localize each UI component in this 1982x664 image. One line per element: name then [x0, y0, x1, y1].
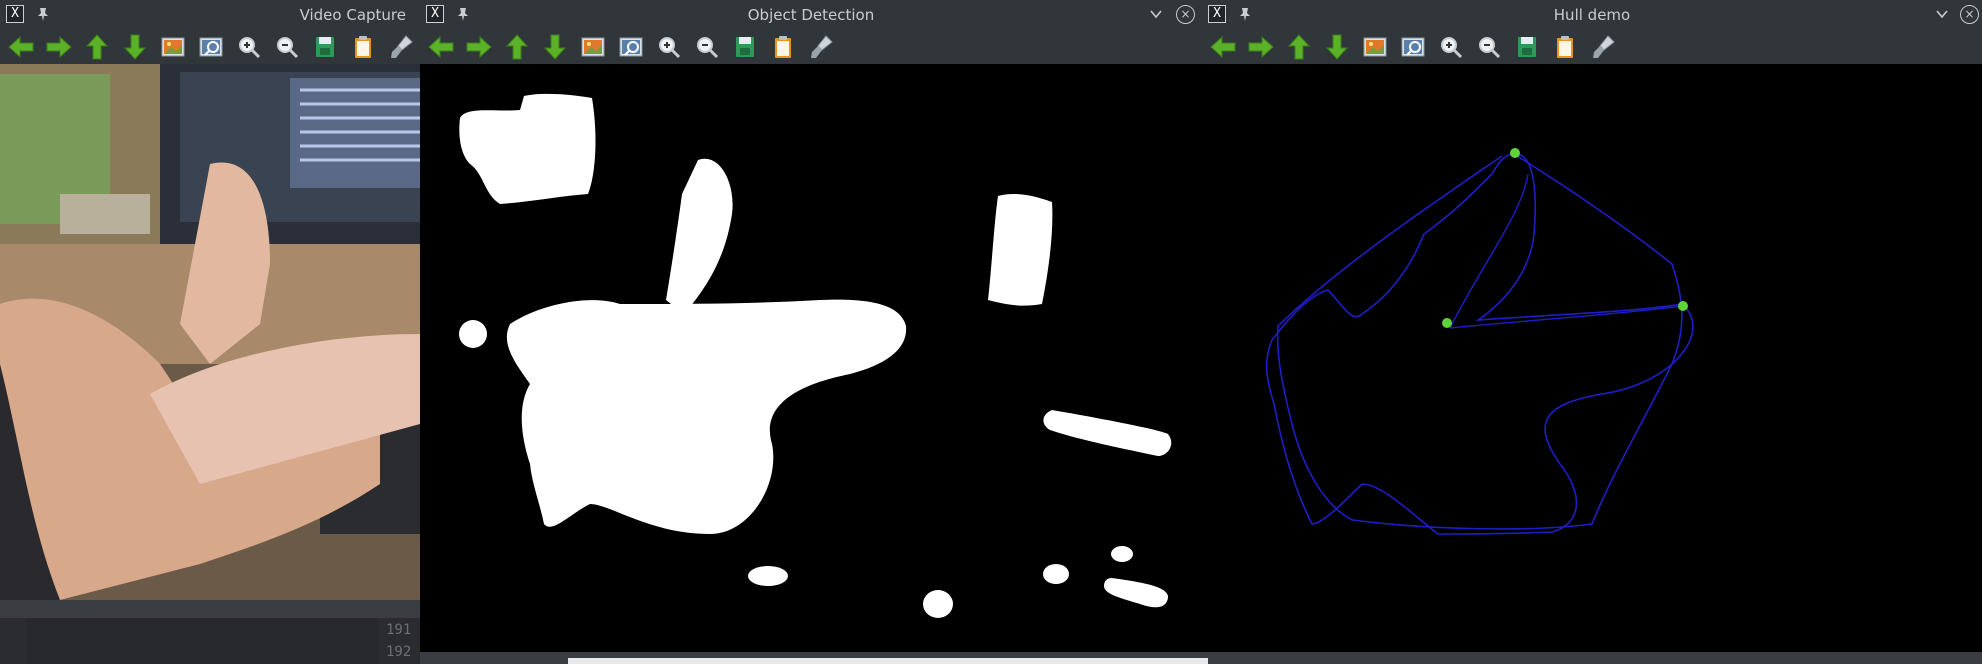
camera-image [0, 64, 420, 600]
titlebar: X Hull demo × [1202, 0, 1982, 30]
zoom-in-icon[interactable] [1436, 32, 1466, 62]
zoom-out-icon[interactable] [692, 32, 722, 62]
titlebar: X Video Capture [0, 0, 420, 30]
close-button[interactable]: × [1176, 5, 1195, 24]
chevron-down-icon[interactable] [1148, 6, 1164, 22]
desktop-strip [420, 652, 1982, 664]
arrow-up-icon[interactable] [502, 32, 532, 62]
toolbar [0, 30, 420, 64]
arrow-up-icon[interactable] [82, 32, 112, 62]
save-icon[interactable] [730, 32, 760, 62]
binary-mask-image [420, 64, 1202, 652]
hull-image [1202, 64, 1982, 652]
zoom-in-icon[interactable] [234, 32, 264, 62]
line-number: 191 [386, 622, 412, 638]
arrow-left-icon[interactable] [426, 32, 456, 62]
close-button[interactable]: × [1960, 5, 1979, 24]
zoom-out-icon[interactable] [272, 32, 302, 62]
object-detection-window: X Object Detection × [420, 0, 1202, 652]
brush-icon[interactable] [1588, 32, 1618, 62]
arrow-up-icon[interactable] [1284, 32, 1314, 62]
window-title: Hull demo [1553, 6, 1631, 24]
arrow-down-icon[interactable] [1322, 32, 1352, 62]
hull-demo-window: X Hull demo × [1202, 0, 1982, 652]
arrow-down-icon[interactable] [540, 32, 570, 62]
arrow-left-icon[interactable] [6, 32, 36, 62]
editor-background: 191 192 [0, 600, 420, 664]
toolbar [1202, 30, 1982, 64]
image-icon[interactable] [578, 32, 608, 62]
window-title: Video Capture [299, 6, 406, 24]
zoom-fit-icon[interactable] [196, 32, 226, 62]
video-capture-window: X Video Capture [0, 0, 420, 600]
arrow-right-icon[interactable] [1246, 32, 1276, 62]
clipboard-icon[interactable] [348, 32, 378, 62]
brush-icon[interactable] [386, 32, 416, 62]
titlebar: X Object Detection × [420, 0, 1202, 30]
line-number: 192 [386, 644, 412, 660]
editor-area [26, 618, 378, 664]
window-title: Object Detection [747, 6, 875, 24]
zoom-out-icon[interactable] [1474, 32, 1504, 62]
clipboard-icon[interactable] [1550, 32, 1580, 62]
chevron-down-icon[interactable] [1934, 6, 1950, 22]
toolbar [420, 30, 1202, 64]
image-icon[interactable] [1360, 32, 1390, 62]
clipboard-icon[interactable] [768, 32, 798, 62]
zoom-fit-icon[interactable] [1398, 32, 1428, 62]
image-icon[interactable] [158, 32, 188, 62]
zoom-in-icon[interactable] [654, 32, 684, 62]
arrow-down-icon[interactable] [120, 32, 150, 62]
editor-scrollbar[interactable] [0, 600, 420, 618]
scroll-handle[interactable] [568, 658, 1208, 664]
brush-icon[interactable] [806, 32, 836, 62]
save-icon[interactable] [1512, 32, 1542, 62]
save-icon[interactable] [310, 32, 340, 62]
arrow-right-icon[interactable] [464, 32, 494, 62]
arrow-right-icon[interactable] [44, 32, 74, 62]
zoom-fit-icon[interactable] [616, 32, 646, 62]
arrow-left-icon[interactable] [1208, 32, 1238, 62]
